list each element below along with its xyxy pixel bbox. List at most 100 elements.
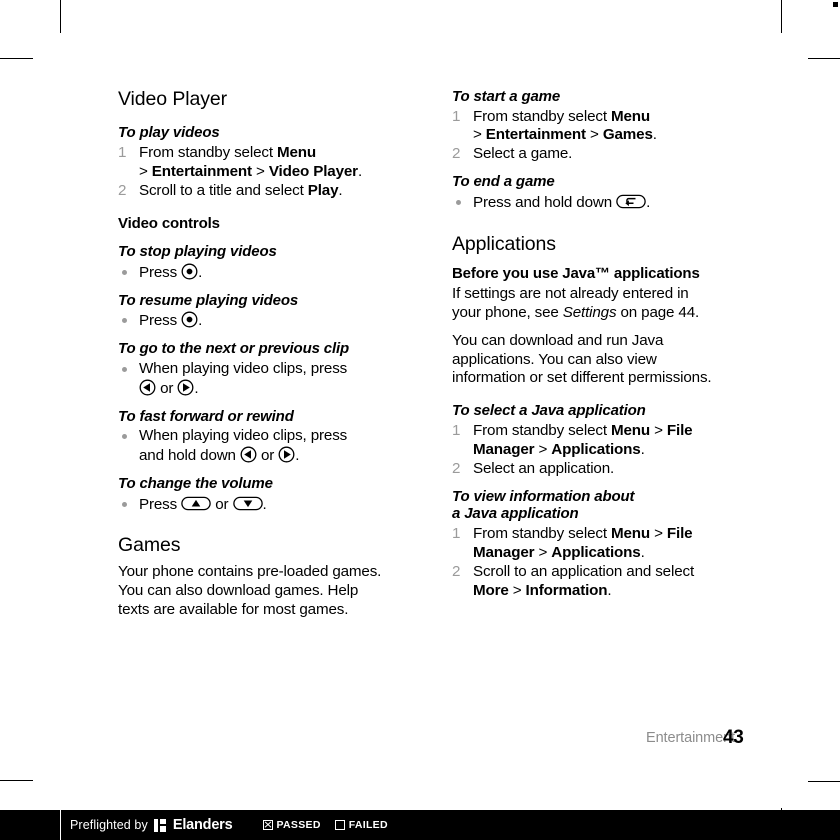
- list-item: Press and hold down .: [452, 193, 720, 213]
- bullet-dot: [122, 366, 127, 372]
- running-head-chapter: Entertainment: [646, 730, 735, 746]
- preflight-prefix-label: Preflighted by: [70, 818, 148, 832]
- menu-token: Manager: [473, 440, 535, 458]
- step-text: .: [607, 581, 612, 599]
- step-number: 1: [452, 421, 461, 439]
- task-heading-view-information: To view information about a Java applicat…: [452, 488, 720, 523]
- path-separator: >: [650, 421, 667, 439]
- steps-next-previous-clip: When playing video clips, press or .: [118, 360, 386, 399]
- task-heading-fast-forward-rewind: To fast forward or rewind: [118, 407, 294, 425]
- preflight-content: Preflighted by Elanders PASSED FAILED: [70, 810, 388, 840]
- steps-change-volume: Press or .: [118, 495, 386, 515]
- page-number: 43: [723, 727, 744, 748]
- steps-end-game: Press and hold down .: [452, 193, 720, 213]
- menu-token: Information: [525, 581, 608, 599]
- menu-token: Video Player: [268, 162, 358, 180]
- step-text: .: [646, 193, 651, 211]
- step-text: .: [652, 126, 657, 144]
- bullet-dot: [122, 501, 127, 507]
- steps-start-game: 1 From standby select Menu > Entertainmen…: [452, 108, 720, 165]
- settings-cross-reference: Settings: [562, 303, 617, 321]
- task-heading-next-previous-clip: To go to the next or previous clip: [118, 340, 350, 358]
- back-return-key-icon: [616, 193, 646, 210]
- list-item: 2 Select an application.: [452, 460, 720, 479]
- menu-token: Applications: [551, 440, 641, 458]
- path-separator: >: [650, 524, 667, 542]
- menu-token: Play: [307, 181, 339, 199]
- bullet-dot: [456, 199, 461, 205]
- menu-token: File: [666, 421, 693, 439]
- step-text: .: [357, 162, 363, 180]
- list-item: 1 From standby select Menu > Entertainmen…: [118, 144, 386, 182]
- applications-description: You can download and run Java applicatio…: [452, 331, 712, 387]
- steps-view-information: 1 From standby select Menu > File Manager…: [452, 525, 720, 601]
- step-text: Press: [139, 312, 182, 330]
- steps-stop-playing: Press .: [118, 263, 386, 283]
- step-number: 1: [452, 107, 461, 125]
- preflight-failed-state: FAILED: [334, 819, 388, 831]
- menu-token: Applications: [551, 543, 641, 561]
- step-text: .: [198, 312, 203, 330]
- step-text: Select a game.: [473, 145, 573, 163]
- nav-left-key-icon: [240, 446, 257, 463]
- path-separator: >: [139, 162, 152, 180]
- nav-right-key-icon: [177, 379, 194, 396]
- manual-page: Video Player To play videos 1 From standb…: [0, 0, 840, 780]
- subheading-before-java: Before you use Java™ applications: [452, 265, 700, 283]
- heading-line-2: a Java application: [452, 505, 579, 523]
- step-number: 2: [452, 562, 461, 580]
- right-column: To start a game 1 From standby select Men…: [452, 88, 720, 600]
- menu-token: Games: [602, 126, 653, 144]
- heading-line-1: To view information about: [452, 487, 635, 505]
- step-number: 1: [118, 143, 127, 161]
- list-item: Press .: [118, 263, 386, 283]
- step-text: .: [194, 379, 199, 397]
- nav-left-key-icon: [139, 379, 156, 396]
- list-item: 2 Scroll to a title and select Play.: [118, 182, 386, 201]
- page-title-video-player: Video Player: [118, 88, 228, 110]
- volume-down-key-icon: [232, 495, 263, 512]
- logo-square-top: [159, 818, 166, 824]
- steps-fast-forward-rewind: When playing video clips, press and hold…: [118, 427, 386, 466]
- step-number: 1: [452, 524, 461, 542]
- menu-token: Menu: [276, 143, 317, 161]
- list-item: 1 From standby select Menu > Entertainmen…: [452, 108, 720, 146]
- step-text: Select an application.: [473, 459, 615, 477]
- menu-token: Entertainment: [485, 126, 586, 144]
- bullet-dot: [122, 269, 127, 275]
- list-item: When playing video clips, press and hold…: [118, 427, 386, 466]
- steps-select-java-application: 1 From standby select Menu > File Manager…: [452, 422, 720, 479]
- menu-token: Menu: [610, 421, 651, 439]
- logo-bar: [153, 818, 158, 832]
- step-text: .: [198, 263, 203, 281]
- passed-checkbox-icon: [262, 820, 273, 830]
- volume-up-key-icon: [181, 495, 211, 512]
- passed-label: PASSED: [276, 819, 321, 831]
- bullet-dot: [122, 434, 127, 440]
- task-heading-select-java-application: To select a Java application: [452, 402, 646, 420]
- task-heading-change-volume: To change the volume: [118, 475, 273, 492]
- step-number: 2: [452, 145, 461, 163]
- step-text: .: [262, 495, 267, 513]
- task-heading-stop-playing: To stop playing videos: [118, 243, 277, 261]
- menu-token: File: [666, 524, 693, 542]
- step-number: 2: [118, 181, 127, 199]
- preflight-divider: [60, 810, 61, 840]
- menu-token: Menu: [610, 107, 651, 125]
- menu-token: More: [473, 581, 509, 599]
- task-heading-play-videos: To play videos: [118, 124, 220, 142]
- path-separator: >: [508, 581, 526, 599]
- logo-square-bottom: [159, 825, 166, 832]
- page-title-applications: Applications: [452, 232, 556, 255]
- applications-intro-text: If settings are not already entered in y…: [452, 285, 720, 323]
- center-select-key-icon: [181, 311, 198, 328]
- step-text: From standby select: [473, 421, 611, 439]
- failed-checkbox-icon: [334, 820, 345, 830]
- step-text: Scroll to a title and select: [139, 181, 308, 199]
